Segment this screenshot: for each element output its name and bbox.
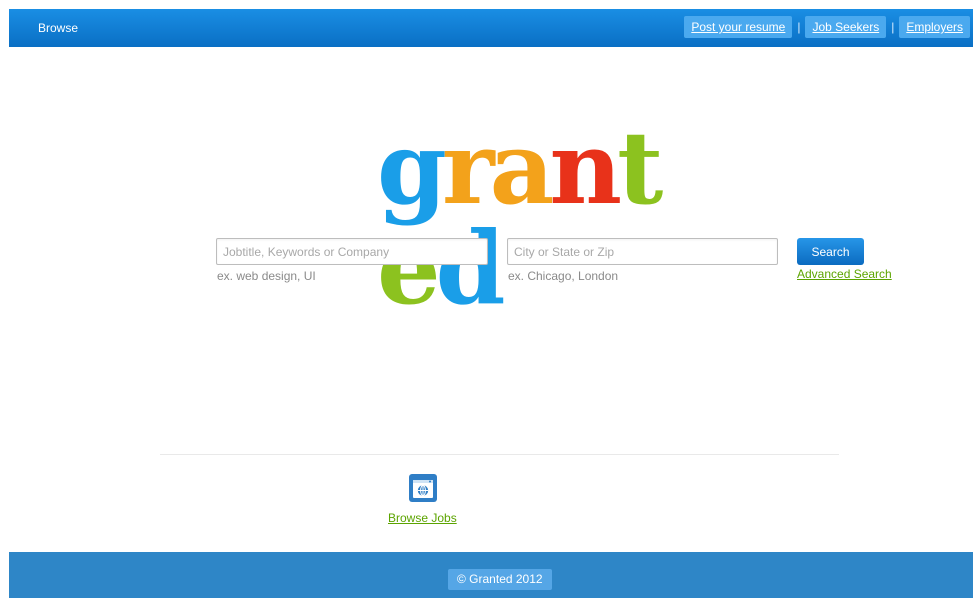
logo-letter-g: g — [377, 109, 447, 227]
top-nav-links: Post your resume | Job Seekers | Employe… — [684, 16, 970, 38]
post-resume-link[interactable]: Post your resume — [684, 16, 793, 38]
keywords-hint: ex. web design, UI — [217, 269, 316, 283]
advanced-search-link[interactable]: Advanced Search — [797, 267, 892, 281]
nav-separator: | — [797, 20, 801, 34]
location-hint: ex. Chicago, London — [508, 269, 619, 283]
granted-logo[interactable]: granted — [377, 109, 707, 318]
logo-letter-d: d — [435, 209, 506, 327]
location-input[interactable] — [507, 238, 778, 265]
job-seekers-link[interactable]: Job Seekers — [805, 16, 887, 38]
content-divider — [160, 454, 839, 455]
employers-link[interactable]: Employers — [899, 16, 970, 38]
logo-letter-t: t — [617, 109, 663, 227]
nav-separator: | — [891, 20, 895, 34]
copyright-badge: © Granted 2012 — [448, 569, 552, 590]
logo-letter-n: n — [549, 109, 622, 227]
logo-letter-a: a — [489, 109, 555, 227]
footer: © Granted 2012 — [9, 552, 973, 598]
browse-jobs-link[interactable]: Browse Jobs — [388, 511, 457, 525]
browse-link[interactable]: Browse — [38, 21, 78, 35]
globe-window-icon[interactable] — [409, 474, 437, 502]
keywords-input[interactable] — [216, 238, 488, 265]
search-button[interactable]: Search — [797, 238, 864, 265]
logo-letter-r: r — [441, 109, 495, 227]
top-navigation-bar: Browse Post your resume | Job Seekers | … — [9, 9, 973, 47]
logo-letter-e: e — [377, 209, 441, 327]
